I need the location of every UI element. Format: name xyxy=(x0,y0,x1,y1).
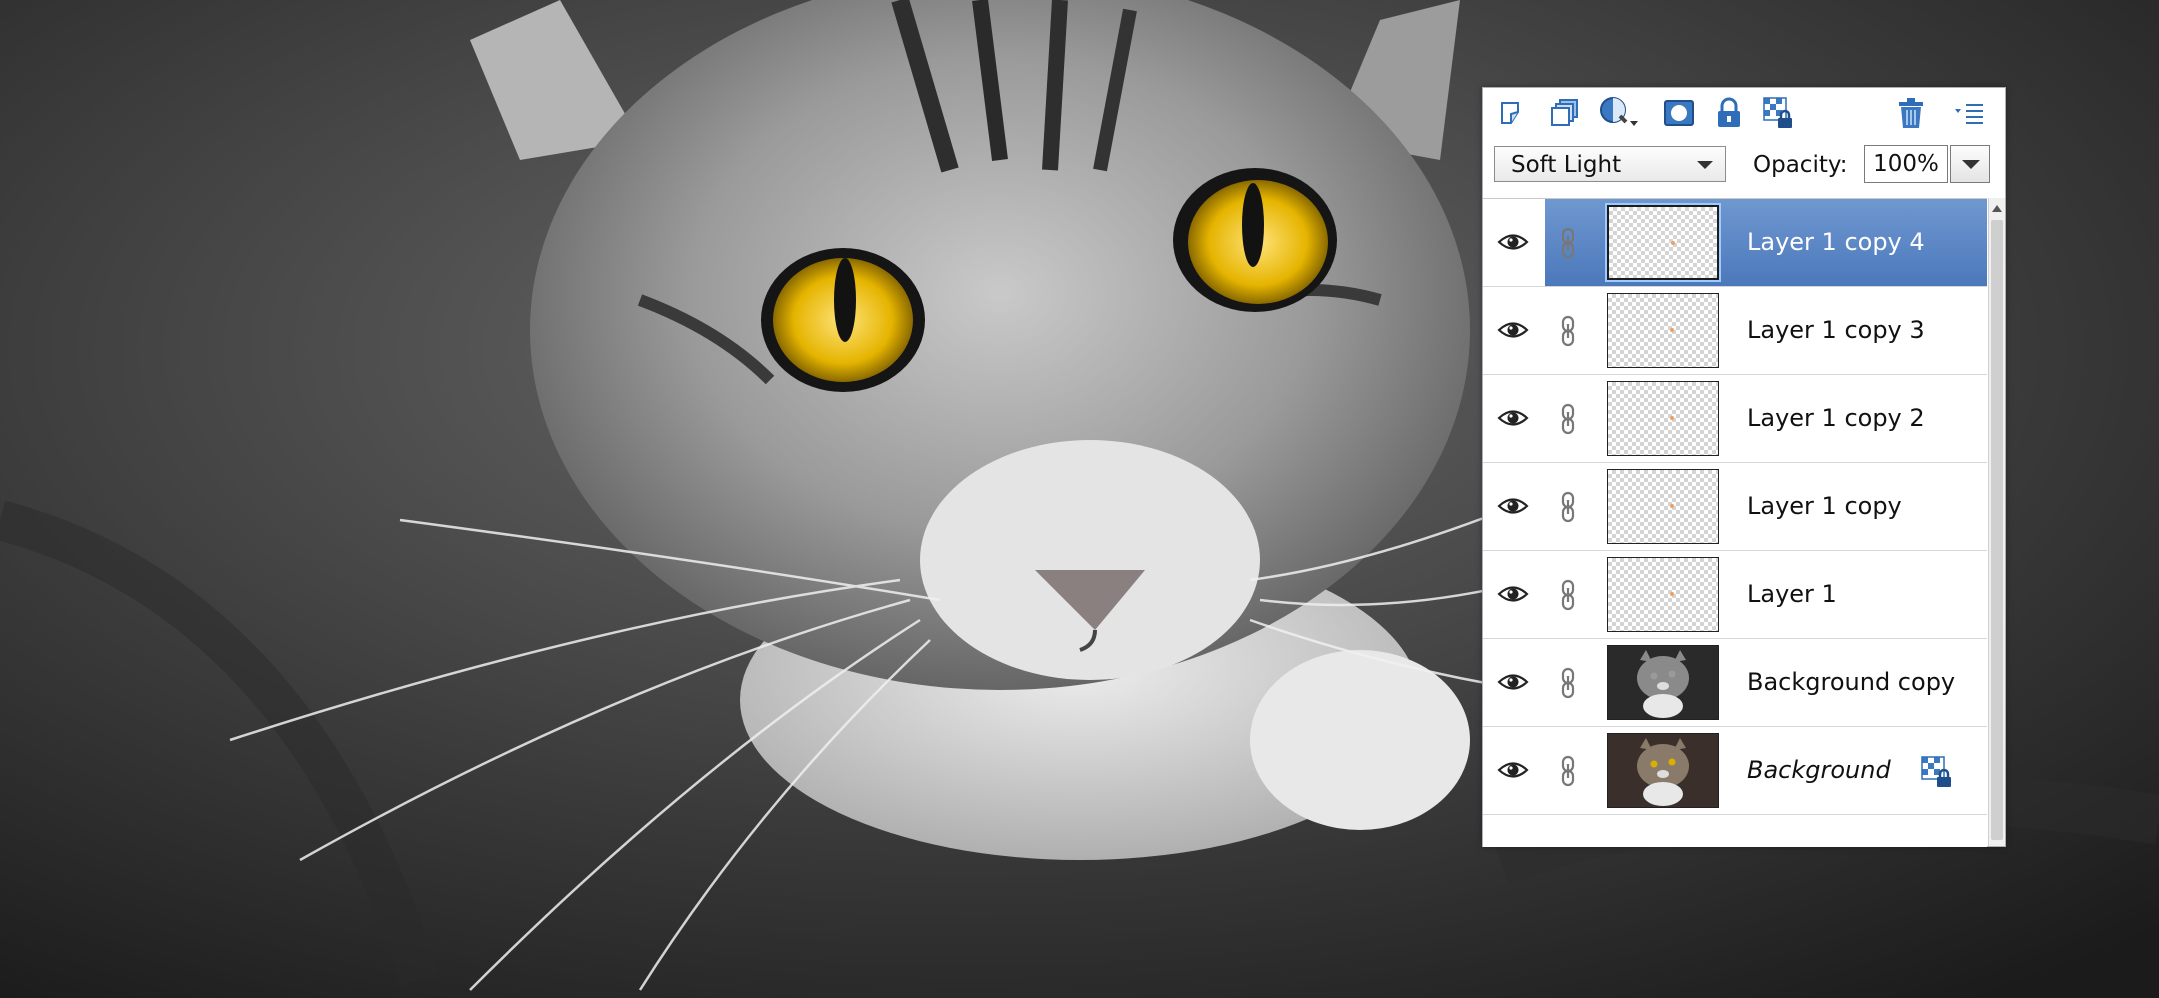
layer-row[interactable]: Background xyxy=(1483,727,1987,815)
visibility-eye-icon[interactable] xyxy=(1497,757,1529,787)
layer-name[interactable]: Layer 1 xyxy=(1747,580,1837,608)
thumbnail-content xyxy=(1671,241,1675,245)
layer-thumbnail[interactable] xyxy=(1607,645,1719,720)
adjustment-layer-icon xyxy=(1600,97,1638,126)
opacity-slider-button[interactable] xyxy=(1950,145,1990,183)
lock-transparent-button[interactable] xyxy=(1759,93,1799,133)
layer-row[interactable]: Background copy xyxy=(1483,639,1987,727)
layer-row[interactable]: Layer 1 copy xyxy=(1483,463,1987,551)
layer-row[interactable]: Layer 1 copy 3 xyxy=(1483,287,1987,375)
layers-panel: Soft Light Opacity: 100% Layer 1 copy 4L… xyxy=(1482,87,2006,847)
layer-thumbnail[interactable] xyxy=(1607,733,1719,808)
layer-row[interactable]: Layer 1 copy 4 xyxy=(1483,199,1987,287)
layer-thumbnail[interactable] xyxy=(1607,381,1719,456)
layers-toolbar xyxy=(1483,88,2005,136)
visibility-eye-icon[interactable] xyxy=(1497,669,1529,699)
lock-transparent-icon xyxy=(1763,97,1792,128)
layer-name[interactable]: Background xyxy=(1747,756,1891,784)
adjustment-layer-button[interactable] xyxy=(1595,93,1645,133)
visibility-eye-icon[interactable] xyxy=(1497,229,1529,259)
layer-list: Layer 1 copy 4 Layer 1 copy 3 Layer 1 copy… xyxy=(1483,198,1987,847)
link-chain-icon[interactable] xyxy=(1560,403,1576,439)
thumbnail-content xyxy=(1670,592,1674,596)
new-layer-icon xyxy=(1501,102,1519,124)
lock-all-button[interactable] xyxy=(1709,93,1749,133)
chevron-down-icon xyxy=(1697,161,1713,169)
layer-name[interactable]: Layer 1 copy 3 xyxy=(1747,316,1925,344)
opacity-input[interactable]: 100% xyxy=(1864,145,1948,183)
layer-thumbnail[interactable] xyxy=(1607,293,1719,368)
new-group-icon xyxy=(1551,99,1578,126)
visibility-eye-icon[interactable] xyxy=(1497,581,1529,611)
layer-thumbnail[interactable] xyxy=(1607,557,1719,632)
lock-all-icon xyxy=(1718,97,1740,127)
thumbnail-content xyxy=(1670,504,1674,508)
link-chain-icon[interactable] xyxy=(1560,227,1576,263)
visibility-eye-icon[interactable] xyxy=(1497,493,1529,523)
link-chain-icon[interactable] xyxy=(1560,315,1576,351)
scrollbar-thumb[interactable] xyxy=(1991,220,2003,840)
thumbnail-content xyxy=(1670,328,1674,332)
blend-mode-select[interactable]: Soft Light xyxy=(1494,146,1726,182)
thumbnail-content xyxy=(1670,416,1674,420)
layer-name[interactable]: Layer 1 copy 4 xyxy=(1747,228,1925,256)
blend-options-row: Soft Light Opacity: 100% xyxy=(1483,136,2005,196)
new-group-button[interactable] xyxy=(1545,93,1585,133)
layer-name[interactable]: Background copy xyxy=(1747,668,1955,696)
panel-menu-icon xyxy=(1955,104,1983,124)
scroll-up-arrow-icon[interactable] xyxy=(1992,205,2002,212)
panel-menu-button[interactable] xyxy=(1949,93,1989,133)
layer-row[interactable]: Layer 1 xyxy=(1483,551,1987,639)
chevron-down-icon xyxy=(1962,160,1980,169)
layer-name[interactable]: Layer 1 copy 2 xyxy=(1747,404,1925,432)
visibility-eye-icon[interactable] xyxy=(1497,405,1529,435)
layer-mask-icon xyxy=(1664,100,1694,126)
layer-name[interactable]: Layer 1 copy xyxy=(1747,492,1902,520)
layer-row[interactable]: Layer 1 copy 2 xyxy=(1483,375,1987,463)
delete-layer-button[interactable] xyxy=(1891,93,1931,133)
layer-thumbnail[interactable] xyxy=(1605,203,1721,282)
link-chain-icon[interactable] xyxy=(1560,491,1576,527)
opacity-label: Opacity: xyxy=(1753,152,1848,178)
trash-icon xyxy=(1899,98,1923,128)
blend-mode-value: Soft Light xyxy=(1511,152,1622,178)
layer-list-scrollbar[interactable] xyxy=(1988,198,2005,846)
lock-transparent-icon xyxy=(1920,755,1956,793)
link-chain-icon[interactable] xyxy=(1560,667,1576,703)
visibility-eye-icon[interactable] xyxy=(1497,317,1529,347)
layer-thumbnail[interactable] xyxy=(1607,469,1719,544)
layer-mask-button[interactable] xyxy=(1659,93,1699,133)
link-chain-icon[interactable] xyxy=(1560,579,1576,615)
new-layer-button[interactable] xyxy=(1493,93,1533,133)
link-chain-icon[interactable] xyxy=(1560,755,1576,791)
